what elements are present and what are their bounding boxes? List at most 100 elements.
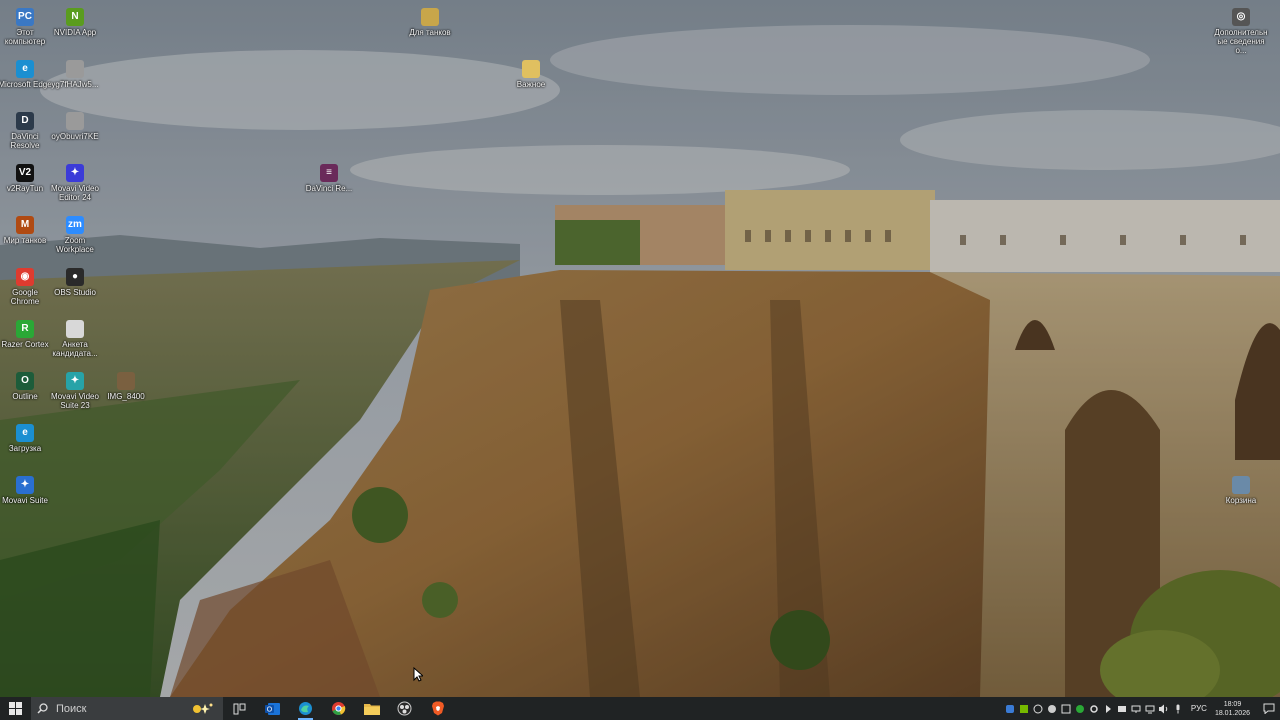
- desktop-icon-movavi24[interactable]: ✦ Movavi Video Editor 24: [47, 164, 103, 202]
- desktop-icon-label: Zoom Workplace: [56, 236, 94, 254]
- movavi23-icon: ✦: [66, 372, 84, 390]
- desktop-icon-label: v2RayTun: [6, 184, 44, 193]
- taskbar-clock[interactable]: 18:09 18.01.2026: [1215, 700, 1250, 718]
- taskbar-file-explorer[interactable]: [355, 697, 388, 720]
- notification-icon: [1263, 703, 1275, 714]
- desktop-icon-davinci-re[interactable]: ≡ DaVinci Re...: [301, 164, 357, 193]
- desktop-icon-anketa[interactable]: Анкета кандидата...: [47, 320, 103, 358]
- tray-app-icon-8[interactable]: [1101, 697, 1115, 720]
- notification-center-button[interactable]: [1258, 697, 1280, 720]
- search-placeholder: Поиск: [56, 702, 87, 715]
- folder-icon: [363, 704, 380, 715]
- tray-app-icon-3[interactable]: [1031, 697, 1045, 720]
- desktop-wallpaper: [0, 0, 1280, 697]
- desktop-icon-vazhnoe[interactable]: Важное: [503, 60, 559, 89]
- obs-icon: [397, 701, 412, 716]
- desktop-icon-label: NVIDIA App: [53, 28, 97, 37]
- tray-app-icon-10[interactable]: [1129, 697, 1143, 720]
- network-icon: [1145, 705, 1155, 713]
- desktop-icon-outline[interactable]: O Outline: [0, 372, 53, 401]
- obs-icon: ●: [66, 268, 84, 286]
- desktop-icon-label: Movavi Video Editor 24: [51, 184, 99, 202]
- desktop-icon-edge[interactable]: e Microsoft Edge: [0, 60, 53, 89]
- task-view-icon: [233, 703, 246, 714]
- desktop-icon-label: DaVinci Resolve: [10, 132, 40, 150]
- desktop-icon-v2rayn[interactable]: V2 v2RayTun: [0, 164, 53, 193]
- tray-network-icon-button[interactable]: [1143, 697, 1157, 720]
- taskbar-brave[interactable]: [421, 697, 454, 720]
- desktop-icon-label: oyObuvri7KE: [51, 132, 99, 141]
- desktop-icon-movavi-suite[interactable]: ✦ Movavi Suite: [0, 476, 53, 505]
- davinci-icon: D: [16, 112, 34, 130]
- system-tray: РУС 18:09 18.01.2026: [1003, 697, 1280, 720]
- outline-icon: O: [16, 372, 34, 390]
- desktop-icon-img[interactable]: IMG_8400: [98, 372, 154, 401]
- desktop-icon-dop-svedeniya[interactable]: ◎ Дополнительные сведения о...: [1213, 8, 1269, 55]
- chrome-icon: [332, 702, 346, 715]
- desktop-icon-mir-tankov[interactable]: M Мир танков: [0, 216, 53, 245]
- tray-app-icon-4[interactable]: [1045, 697, 1059, 720]
- zoom-icon: zm: [66, 216, 84, 234]
- desktop-icon-korzina[interactable]: Корзина: [1213, 476, 1269, 505]
- desktop-icon-file-yg[interactable]: yg7fHAJw5...: [47, 60, 103, 89]
- taskbar-search-box[interactable]: Поиск: [31, 697, 223, 720]
- tray-blue-app-icon: [1005, 704, 1014, 713]
- edge-icon: [299, 702, 312, 715]
- search-highlight-icon: [193, 703, 213, 714]
- desktop-icon-davinci[interactable]: D DaVinci Resolve: [0, 112, 53, 150]
- desktop-icon-label: Movavi Video Suite 23: [51, 392, 99, 410]
- movavi24-icon: ✦: [66, 164, 84, 182]
- desktop-icon-label: Razer Cortex: [1, 340, 49, 349]
- clock-date: 18.01.2026: [1214, 709, 1250, 717]
- desktop-icon-nvidia[interactable]: N NVIDIA App: [47, 8, 103, 37]
- tray-security-icon: [1117, 705, 1126, 712]
- desktop-icon-label: Мир танков: [3, 236, 47, 245]
- desktop-icon-this-pc[interactable]: PC Этот компьютер: [0, 8, 53, 46]
- desktop-icon-zoom[interactable]: zm Zoom Workplace: [47, 216, 103, 254]
- desktop-icon-obs[interactable]: ● OBS Studio: [47, 268, 103, 297]
- razer-icon: R: [16, 320, 34, 338]
- v2rayn-icon: V2: [16, 164, 34, 182]
- tray-app-icon-6[interactable]: [1073, 697, 1087, 720]
- edge-icon: e: [16, 60, 34, 78]
- tray-app-icon-2[interactable]: [1017, 697, 1031, 720]
- desktop-icon-label: Важное: [516, 80, 546, 89]
- taskbar-outlook[interactable]: O: [256, 697, 289, 720]
- desktop-icon-label: Этот компьютер: [4, 28, 46, 46]
- tray-app-icon-1[interactable]: [1003, 697, 1017, 720]
- img-icon: [117, 372, 135, 390]
- desktop-icon-file-oy[interactable]: oyObuvri7KE: [47, 112, 103, 141]
- windows-logo-icon: [9, 702, 22, 715]
- desktop-icon-zagruzka[interactable]: e Загрузка: [0, 424, 53, 453]
- mir-tankov-icon: M: [16, 216, 34, 234]
- desktop-icon-dlya-tankov[interactable]: Для танков: [402, 8, 458, 37]
- desktop-icon-movavi23[interactable]: ✦ Movavi Video Suite 23: [47, 372, 103, 410]
- clock-time: 18:09: [1223, 700, 1242, 708]
- desktop-icon-label: DaVinci Re...: [305, 184, 353, 193]
- desktop-icon-chrome[interactable]: ◉ Google Chrome: [0, 268, 53, 306]
- taskbar-obs[interactable]: [388, 697, 421, 720]
- desktop-icon-label: Анкета кандидата...: [52, 340, 98, 358]
- korzina-icon: [1232, 476, 1250, 494]
- tray-app-icon-7[interactable]: [1087, 697, 1101, 720]
- tray-window-icon: [1061, 704, 1071, 713]
- tray-app-icon-9[interactable]: [1115, 697, 1129, 720]
- start-button[interactable]: [0, 697, 31, 720]
- desktop-icon-label: yg7fHAJw5...: [51, 80, 99, 89]
- dop-svedeniya-icon: ◎: [1232, 8, 1250, 26]
- mouse-cursor: [413, 666, 425, 687]
- taskbar-edge[interactable]: [289, 697, 322, 720]
- desktop-icon-label: Movavi Suite: [2, 496, 48, 505]
- davinci-re-icon: ≡: [320, 164, 338, 182]
- tray-mic-button[interactable]: [1171, 697, 1185, 720]
- desktop-icon-razer[interactable]: R Razer Cortex: [0, 320, 53, 349]
- taskbar-task-view[interactable]: [223, 697, 256, 720]
- desktop-icon-label: Google Chrome: [10, 288, 40, 306]
- dlya-tankov-icon: [421, 8, 439, 26]
- tray-app-icon-5[interactable]: [1059, 697, 1073, 720]
- brave-icon: [431, 701, 444, 716]
- taskbar-chrome[interactable]: [322, 697, 355, 720]
- tray-volume-button[interactable]: [1157, 697, 1171, 720]
- input-language-indicator[interactable]: РУС: [1191, 704, 1207, 713]
- file-yg-icon: [66, 60, 84, 78]
